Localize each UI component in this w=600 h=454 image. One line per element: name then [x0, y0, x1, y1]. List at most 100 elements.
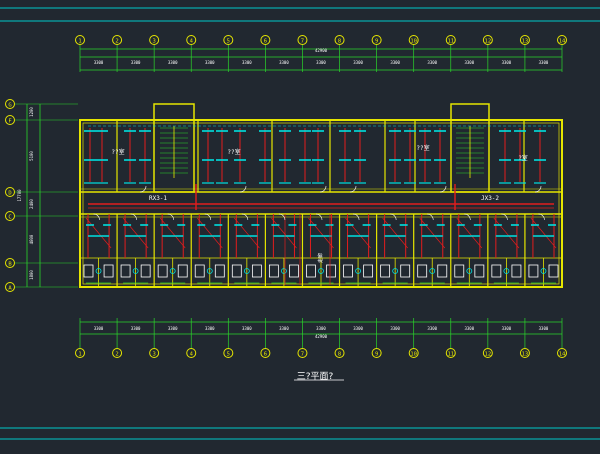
- grid-label-bottom: 14: [559, 352, 566, 358]
- bay-dim-top: 3300: [94, 60, 104, 65]
- grid-label-top: 12: [485, 39, 492, 45]
- left-dim-value: 4800: [29, 234, 34, 244]
- bay-dim-top: 3300: [464, 60, 474, 65]
- grid-label-top: 5: [227, 39, 230, 45]
- south-diagonal-pipe: [85, 217, 112, 249]
- toilet-fixture: [528, 264, 539, 278]
- bay-dim-bottom: 3300: [390, 326, 400, 331]
- bay-dim-top: 3300: [205, 60, 215, 65]
- grid-label-left: D: [8, 191, 11, 197]
- grid-label-top: 2: [115, 39, 118, 45]
- riser-label: JX3-2: [481, 195, 499, 202]
- left-axis-group: GFDCBA1200510024004800180017700: [5, 99, 78, 292]
- grid-label-top: 6: [264, 39, 267, 45]
- south-diagonal-pipe: [122, 217, 149, 249]
- basin-fixture: [103, 264, 114, 278]
- bay-dim-bottom: 3300: [353, 326, 363, 331]
- south-diagonal-pipe: [419, 217, 446, 249]
- room-label: ??室: [227, 148, 240, 156]
- bay-dim-bottom: 3300: [205, 326, 215, 331]
- bay-dim-top: 3300: [539, 60, 549, 65]
- basin-fixture: [251, 264, 262, 278]
- toilet-fixture: [380, 264, 391, 278]
- grid-label-bottom: 6: [264, 352, 267, 358]
- bay-dim-bottom: 3300: [316, 326, 326, 331]
- grid-label-bottom: 10: [410, 352, 417, 358]
- bay-dim-top: 3300: [242, 60, 252, 65]
- bay-dim-top: 3300: [390, 60, 400, 65]
- grid-label-top: 11: [447, 39, 454, 45]
- grid-label-bottom: 3: [152, 352, 155, 358]
- toilet-fixture: [157, 264, 168, 278]
- grid-label-top: 8: [338, 39, 341, 45]
- room-label: ??室: [416, 144, 429, 152]
- left-dim-value: 5100: [29, 151, 34, 161]
- bay-dim-bottom: 3300: [464, 326, 474, 331]
- basin-fixture: [400, 264, 411, 278]
- bay-dim-top: 3300: [131, 60, 141, 65]
- left-dim-value: 1800: [29, 270, 34, 280]
- grid-label-bottom: 9: [375, 352, 378, 358]
- basin-fixture: [548, 264, 559, 278]
- overall-dim-top: 42900: [315, 48, 328, 53]
- bay-dim-bottom: 3300: [427, 326, 437, 331]
- grid-label-bottom: 8: [338, 352, 341, 358]
- grid-label-bottom: 12: [485, 352, 492, 358]
- bay-dim-top: 3300: [168, 60, 178, 65]
- bottom-axis-group: 3300 3300 3300 3300 3300 3300 3300 3300 3300 3300…: [75, 318, 567, 358]
- south-diagonal-pipe: [196, 217, 223, 249]
- bay-dim-top: 3300: [427, 60, 437, 65]
- drawing-canvas: 1 2 3 4 5 6 7 8 9 10 11 12 13 14 42900 3300 3300 3300 3300…: [0, 0, 600, 450]
- south-diagonal-pipe: [530, 217, 557, 249]
- bay-dim-bottom: 3300: [279, 326, 289, 331]
- toilet-fixture: [120, 264, 131, 278]
- left-dim-value: 2400: [29, 199, 34, 209]
- room-label: ?室: [518, 154, 528, 162]
- basin-fixture: [289, 264, 299, 278]
- south-diagonal-pipe: [493, 217, 520, 249]
- left-dim-value: 1200: [29, 107, 34, 117]
- bay-dim-top: 3300: [279, 60, 289, 65]
- grid-label-top: 14: [559, 39, 566, 45]
- south-diagonal-pipe: [159, 217, 186, 249]
- bay-dim-bottom: 3300: [502, 326, 512, 331]
- toilet-fixture: [231, 264, 242, 278]
- bay-dim-bottom: 3300: [242, 326, 252, 331]
- grid-label-top: 9: [375, 39, 378, 45]
- south-diagonal-pipe: [234, 217, 260, 249]
- bay-dim-bottom: 3300: [94, 326, 104, 331]
- grid-label-bottom: 13: [522, 352, 529, 358]
- grid-label-top: 10: [410, 39, 417, 45]
- toilet-fixture: [417, 264, 428, 278]
- toilet-fixture: [343, 264, 353, 278]
- grid-label-bottom: 1: [78, 352, 81, 358]
- grid-label-bottom: 7: [301, 352, 304, 358]
- bay-dim-bottom: 3300: [539, 326, 549, 331]
- grid-label-left: G: [8, 103, 11, 109]
- grid-label-left: C: [8, 215, 11, 221]
- corridor-label: 走廊: [317, 253, 324, 263]
- toilet-fixture: [194, 264, 205, 278]
- grid-label-bottom: 2: [115, 352, 118, 358]
- grid-label-top: 7: [301, 39, 304, 45]
- basin-fixture: [474, 264, 485, 278]
- toilet-fixture: [83, 264, 94, 278]
- basin-fixture: [511, 264, 522, 278]
- basin-fixture: [214, 264, 225, 278]
- south-diagonal-pipe: [345, 217, 371, 249]
- basin-fixture: [177, 264, 188, 278]
- grid-label-top: 13: [522, 39, 529, 45]
- toilet-fixture: [454, 264, 465, 278]
- grid-label-bottom: 5: [227, 352, 230, 358]
- grid-label-left: F: [8, 119, 11, 125]
- overall-dim-bottom: 42900: [315, 334, 328, 339]
- bay-dim-top: 3300: [316, 60, 326, 65]
- south-diagonal-pipe: [382, 217, 408, 249]
- basin-fixture: [326, 264, 336, 278]
- basin-fixture: [437, 264, 448, 278]
- basin-fixture: [140, 264, 151, 278]
- bay-dim-top: 3300: [353, 60, 363, 65]
- toilet-fixture: [306, 264, 316, 278]
- grid-label-bottom: 11: [447, 352, 454, 358]
- basin-fixture: [363, 264, 374, 278]
